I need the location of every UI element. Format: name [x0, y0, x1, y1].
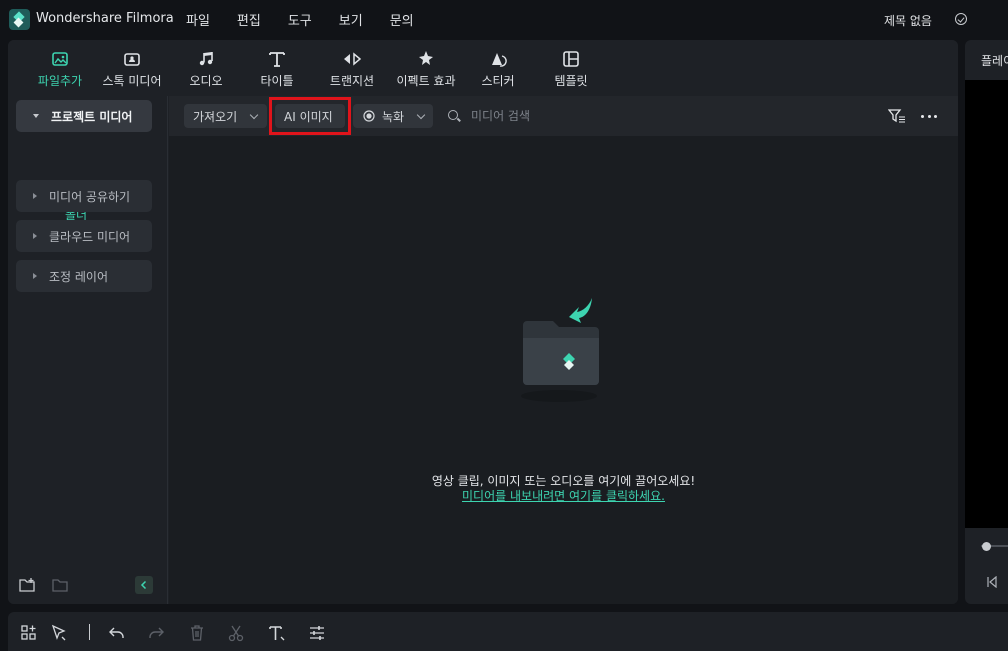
player-tab[interactable]: 플레이어 [981, 52, 1008, 69]
layout-grid-icon[interactable] [20, 624, 38, 642]
chevron-down-icon [249, 110, 259, 119]
player-screen [965, 80, 1008, 528]
tab-label: 타이틀 [260, 74, 294, 88]
more-options-icon[interactable] [921, 115, 937, 119]
tab-titles[interactable]: 타이틀 [252, 50, 302, 90]
sidebar-item-label: 프로젝트 미디어 [51, 109, 133, 124]
tab-label: 스톡 미디어 [102, 74, 162, 88]
scissors-icon[interactable] [227, 624, 245, 642]
redo-icon[interactable] [147, 624, 165, 642]
media-toolbar: 가져오기 AI 이미지 녹화 [169, 96, 958, 136]
export-media-link[interactable]: 미디어를 내보내려면 여기를 클릭하세요. [169, 487, 958, 504]
search-icon [448, 110, 458, 120]
tab-label: 템플릿 [554, 74, 588, 88]
sidebar-project-media[interactable]: 프로젝트 미디어 [16, 100, 152, 132]
sidebar-item-cloud-media[interactable]: 클라우드 미디어 [16, 220, 152, 252]
sidebar-item-label: 조정 레이어 [49, 269, 109, 284]
media-sidebar: 프로젝트 미디어 폴더 미디어 공유하기 클라우드 미디어 조정 레이어 [8, 96, 168, 604]
tab-label: 트랜지션 [329, 74, 375, 88]
tab-templates[interactable]: 템플릿 [546, 50, 596, 90]
menu-file[interactable]: 파일 [186, 10, 210, 29]
filmora-logo-icon [9, 9, 30, 30]
tab-label: 파일추가 [37, 74, 83, 88]
highlight-box [269, 97, 351, 135]
template-icon [563, 51, 579, 67]
record-label: 녹화 [382, 109, 405, 124]
collapse-sidebar-button[interactable] [135, 576, 153, 594]
app-title: Wondershare Filmora [36, 11, 174, 26]
title-t-icon [269, 52, 285, 67]
caret-right-icon [33, 193, 37, 199]
tab-audio[interactable]: 오디오 [181, 50, 231, 90]
import-label: 가져오기 [193, 109, 238, 124]
menu-view[interactable]: 보기 [339, 10, 363, 29]
sidebar-item-label: 클라우드 미디어 [49, 229, 131, 244]
toolbar-divider [89, 624, 90, 640]
check-circle-icon[interactable] [955, 13, 967, 25]
menu-tools[interactable]: 도구 [288, 10, 312, 29]
adjust-sliders-icon[interactable] [308, 624, 326, 642]
playback-slider-handle[interactable] [982, 542, 991, 551]
stock-media-icon [124, 53, 140, 66]
delete-icon[interactable] [188, 624, 206, 642]
empty-folder-icon [521, 298, 599, 402]
undo-icon[interactable] [108, 624, 126, 642]
effects-icon [419, 51, 433, 65]
caret-right-icon [33, 273, 37, 279]
import-dropdown[interactable]: 가져오기 [184, 104, 267, 128]
sidebar-item-label: 미디어 공유하기 [49, 189, 131, 204]
library-tabs: 파일추가 스톡 미디어 오디오 타이틀 트랜지션 이펙트 효과 스티커 템플릿 [8, 40, 958, 96]
menu-edit[interactable]: 편집 [237, 10, 261, 29]
timeline-toolbar [8, 612, 1008, 651]
media-panel: 파일추가 스톡 미디어 오디오 타이틀 트랜지션 이펙트 효과 스티커 템플릿 [8, 40, 958, 604]
caret-right-icon [33, 233, 37, 239]
menu-help[interactable]: 문의 [390, 10, 414, 29]
project-title[interactable]: 제목 없음 [884, 12, 932, 29]
record-dropdown[interactable]: 녹화 [353, 104, 433, 128]
menu-bar: 파일 편집 도구 보기 문의 [186, 10, 441, 29]
media-library-area: 가져오기 AI 이미지 녹화 영상 클립, 이미지 [169, 96, 958, 604]
tab-transitions[interactable]: 트랜지션 [322, 50, 382, 90]
text-tool-icon[interactable] [268, 624, 286, 642]
sidebar-item-media-share[interactable]: 미디어 공유하기 [16, 180, 152, 212]
sticker-icon [492, 53, 507, 67]
tab-effects[interactable]: 이펙트 효과 [391, 50, 461, 90]
tab-label: 오디오 [189, 74, 223, 88]
caret-down-icon [33, 114, 39, 118]
filter-icon[interactable] [888, 109, 906, 123]
media-icon [52, 52, 68, 66]
chevron-left-icon [140, 580, 147, 590]
tab-label: 스티커 [481, 74, 515, 88]
previous-frame-icon[interactable] [986, 576, 998, 588]
chevron-down-icon [416, 110, 426, 119]
folder-icon[interactable] [51, 576, 69, 594]
record-icon [363, 110, 375, 122]
music-note-icon [199, 52, 213, 66]
search-input[interactable] [471, 107, 671, 125]
tab-label: 이펙트 효과 [396, 74, 456, 88]
select-cursor-icon[interactable] [50, 624, 68, 642]
tab-stickers[interactable]: 스티커 [473, 50, 523, 90]
tab-media[interactable]: 파일추가 [30, 50, 90, 90]
player-panel: 플레이어 [965, 40, 1008, 604]
tab-stock-media[interactable]: 스톡 미디어 [97, 50, 167, 90]
new-folder-icon[interactable] [18, 576, 36, 594]
transition-icon [344, 52, 361, 66]
sidebar-item-adjustment-layer[interactable]: 조정 레이어 [16, 260, 152, 292]
title-bar: Wondershare Filmora 파일 편집 도구 보기 문의 제목 없음 [0, 0, 1008, 38]
